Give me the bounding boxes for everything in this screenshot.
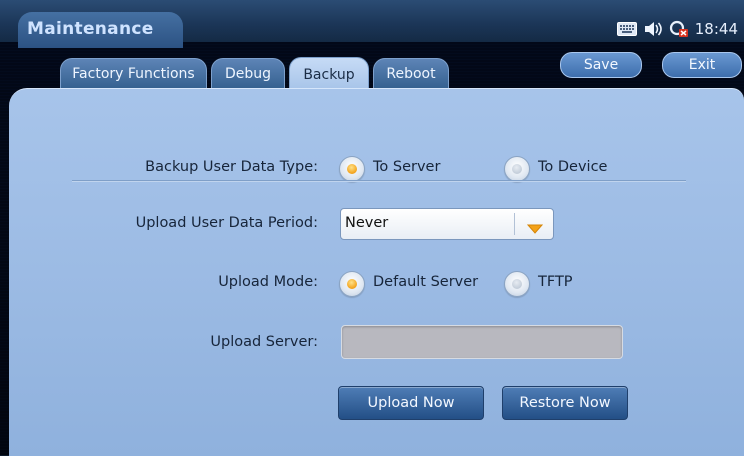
upload-period-label: Upload User Data Period: — [135, 215, 318, 231]
restore-now-button[interactable]: Restore Now — [502, 386, 628, 420]
radio-default-server-label[interactable]: Default Server — [373, 274, 478, 290]
tab-backup[interactable]: Backup — [289, 57, 369, 91]
radio-tftp[interactable] — [504, 271, 530, 297]
radio-to-device-label[interactable]: To Device — [538, 159, 607, 175]
tab-factory-functions[interactable]: Factory Functions — [60, 58, 207, 89]
keyboard-icon[interactable] — [616, 22, 637, 36]
app-title: Maintenance — [27, 19, 154, 39]
upload-server-label: Upload Server: — [210, 334, 318, 350]
backup-type-label: Backup User Data Type: — [145, 159, 318, 175]
network-alert-icon[interactable] — [669, 20, 689, 38]
radio-to-server[interactable] — [339, 156, 365, 182]
upload-server-input[interactable] — [341, 325, 623, 359]
radio-tftp-label[interactable]: TFTP — [538, 274, 573, 290]
clock: 18:44 — [694, 20, 738, 38]
upload-now-button[interactable]: Upload Now — [338, 386, 484, 420]
status-bar: 18:44 — [616, 20, 738, 38]
tab-reboot[interactable]: Reboot — [373, 58, 449, 89]
divider — [72, 180, 686, 182]
upload-period-value: Never — [345, 215, 389, 231]
title-bar: Maintenance 18:44 — [0, 0, 744, 48]
radio-to-server-label[interactable]: To Server — [373, 159, 440, 175]
upload-mode-label: Upload Mode: — [218, 274, 318, 290]
speaker-icon[interactable] — [643, 21, 663, 37]
tab-debug[interactable]: Debug — [211, 58, 285, 89]
exit-button[interactable]: Exit — [662, 52, 742, 78]
screen: Maintenance 18:44 Factory Functions Debu… — [0, 0, 744, 456]
chevron-down-icon[interactable] — [526, 219, 544, 238]
upload-period-select[interactable]: Never — [340, 208, 554, 240]
save-button[interactable]: Save — [560, 52, 642, 78]
radio-to-device[interactable] — [504, 156, 530, 182]
select-divider — [514, 213, 515, 235]
radio-default-server[interactable] — [339, 271, 365, 297]
